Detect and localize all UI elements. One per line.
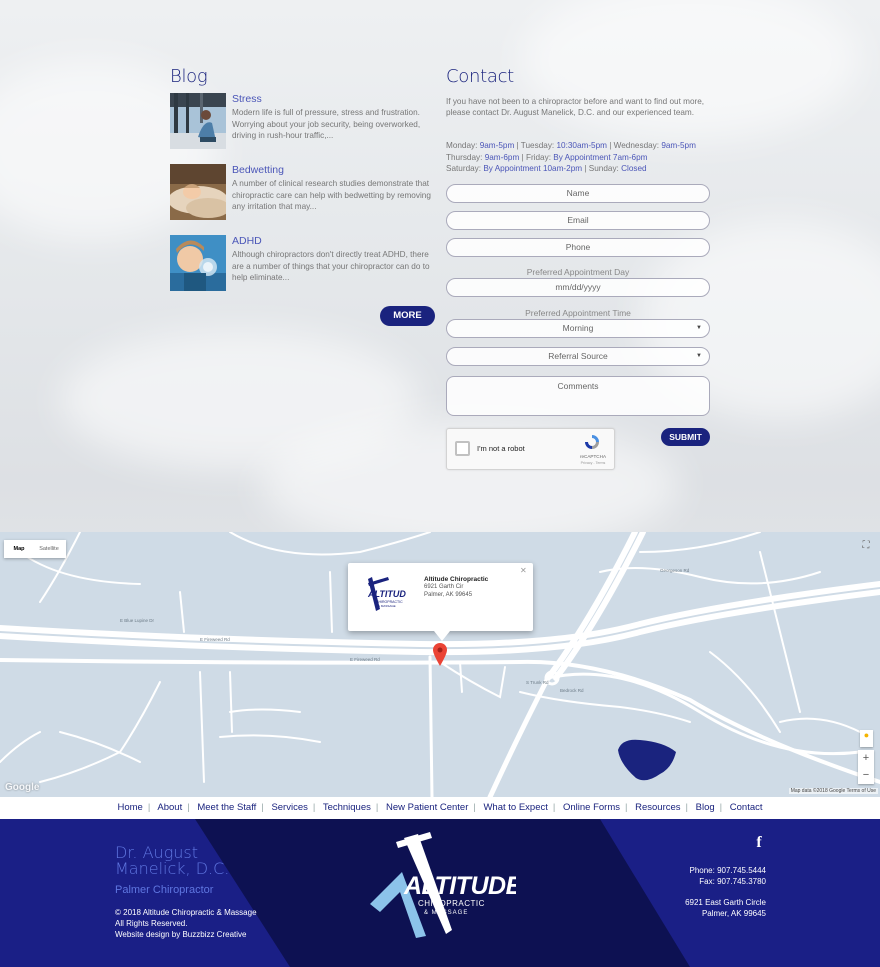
chevron-down-icon: ▼ [696, 353, 702, 359]
blog-post-title[interactable]: ADHD [232, 235, 262, 247]
nav-services[interactable]: Services [271, 802, 307, 813]
zoom-out-button[interactable]: − [858, 767, 874, 784]
close-icon[interactable]: ✕ [520, 566, 527, 575]
submit-button[interactable]: SUBMIT [661, 428, 710, 446]
bedwetting-thumbnail[interactable] [170, 164, 226, 220]
blog-post-excerpt: A number of clinical research studies de… [232, 179, 431, 211]
footer-address2: Palmer, AK 99645 [701, 909, 766, 918]
blog-post-excerpt: Although chiropractors don't directly tr… [232, 250, 430, 282]
svg-text:& MASSAGE: & MASSAGE [378, 604, 396, 608]
appointment-time-select[interactable]: Morning ▼ [446, 319, 710, 338]
nav-online-forms[interactable]: Online Forms [563, 802, 620, 813]
blog-post-adhd[interactable]: ADHD Although chiropractors don't direct… [170, 235, 436, 291]
recaptcha-label: I'm not a robot [477, 444, 525, 453]
zoom-in-button[interactable]: + [858, 750, 874, 767]
blog-post-title[interactable]: Bedwetting [232, 164, 284, 176]
altitude-logo-icon: ALTITUD CHIROPRACTIC & MASSAGE [367, 577, 406, 611]
adhd-thumbnail[interactable] [170, 235, 226, 291]
sky-background [0, 0, 880, 532]
svg-text:CHIROPRACTIC: CHIROPRACTIC [418, 899, 485, 908]
phone-field[interactable]: Phone [446, 238, 710, 257]
street-label: S Trunk Rd [526, 680, 549, 685]
nav-about[interactable]: About [157, 802, 182, 813]
map-type-control: Map Satellite [4, 540, 66, 558]
contact-section: Contact [446, 66, 710, 87]
nav-home[interactable]: Home [117, 802, 142, 813]
map-attribution[interactable]: Map data ©2018 Google Terms of Use [788, 788, 878, 794]
stress-thumbnail[interactable] [170, 93, 226, 149]
footer-fax: Fax: 907.745.3780 [699, 877, 766, 886]
street-label: E Fireweed Rd [200, 637, 230, 642]
copyright-block: © 2018 Altitude Chiropractic & Massage A… [115, 908, 257, 939]
fullscreen-icon[interactable]: ⛶ [858, 538, 874, 554]
footer-address1: 6921 East Garth Circle [685, 898, 766, 907]
street-label: E Blue Lupine Dr [120, 618, 155, 623]
map-type-map[interactable]: Map [4, 540, 34, 558]
svg-text:ALTITUDE: ALTITUDE [403, 872, 516, 900]
street-label: E Fireweed Rd [350, 657, 380, 662]
email-field[interactable]: Email [446, 211, 710, 230]
recaptcha-widget: I'm not a robot reCAPTCHA Privacy - Term… [446, 428, 615, 470]
referral-source-select[interactable]: Referral Source ▼ [446, 347, 710, 366]
nav-resources[interactable]: Resources [635, 802, 680, 813]
appointment-time-value: Morning [562, 323, 594, 333]
nav-blog[interactable]: Blog [696, 802, 715, 813]
facebook-icon[interactable]: f [752, 834, 766, 852]
svg-text:ALTITUD: ALTITUD [367, 589, 406, 599]
name-field[interactable]: Name [446, 184, 710, 203]
blog-post-excerpt: Modern life is full of pressure, stress … [232, 108, 421, 140]
recaptcha-brand: reCAPTCHA [579, 454, 607, 459]
footer-contact-info: Phone: 907.745.5444 Fax: 907.745.3780 69… [640, 865, 766, 919]
nav-contact[interactable]: Contact [730, 802, 763, 813]
recaptcha-terms[interactable]: Privacy - Terms [563, 461, 623, 465]
nav-new-patient-center[interactable]: New Patient Center [386, 802, 468, 813]
map-info-window: ALTITUD CHIROPRACTIC & MASSAGE Altitude … [348, 563, 533, 641]
contact-intro: If you have not been to a chiropractor b… [446, 97, 705, 117]
footer-nav: Home | About | Meet the Staff | Services | T… [0, 797, 880, 819]
street-label: Georgeson Rd [660, 568, 690, 573]
more-button[interactable]: MORE [380, 306, 435, 326]
svg-text:& MASSAGE: & MASSAGE [424, 910, 468, 916]
doctor-subtitle: Palmer Chiropractor [115, 884, 214, 896]
altitude-logo[interactable]: ALTITUDE CHIROPRACTIC & MASSAGE [366, 832, 516, 942]
doctor-name: Dr. August Manelick, D.C. [115, 843, 230, 878]
blog-section: Blog [170, 66, 436, 87]
nav-what-to-expect[interactable]: What to Expect [483, 802, 547, 813]
appointment-time-label: Preferred Appointment Time [525, 308, 631, 318]
info-address-line2: Palmer, AK 99645 [424, 592, 473, 598]
appointment-day-input[interactable]: mm/dd/yyyy [446, 278, 710, 297]
referral-source-value: Referral Source [548, 351, 608, 361]
map-type-satellite[interactable]: Satellite [34, 540, 64, 558]
recaptcha-checkbox[interactable] [455, 441, 470, 456]
street-label: Bedrock Rd [560, 688, 584, 693]
info-address-line1: 6921 Garth Cir [424, 584, 464, 590]
info-business-name: Altitude Chiropractic [424, 576, 489, 583]
recaptcha-icon [585, 435, 599, 449]
google-logo: Google [5, 782, 40, 793]
blog-post-stress[interactable]: Stress Modern life is full of pressure, … [170, 93, 436, 149]
appointment-day-label: Preferred Appointment Day [526, 267, 630, 277]
blog-post-title[interactable]: Stress [232, 93, 262, 105]
contact-heading: Contact [446, 66, 514, 87]
blog-heading: Blog [170, 66, 208, 87]
footer-phone[interactable]: Phone: 907.745.5444 [640, 865, 766, 876]
chevron-down-icon: ▼ [696, 325, 702, 331]
office-hours: Monday: 9am-5pm | Tuesday: 10:30am-5pm |… [446, 141, 696, 173]
nav-techniques[interactable]: Techniques [323, 802, 371, 813]
street-view-pegman-icon[interactable]: ● [860, 730, 873, 747]
zoom-control: + − [858, 750, 874, 784]
nav-meet-the-staff[interactable]: Meet the Staff [197, 802, 256, 813]
blog-post-bedwetting[interactable]: Bedwetting A number of clinical research… [170, 164, 436, 220]
comments-field[interactable]: Comments [446, 376, 710, 416]
